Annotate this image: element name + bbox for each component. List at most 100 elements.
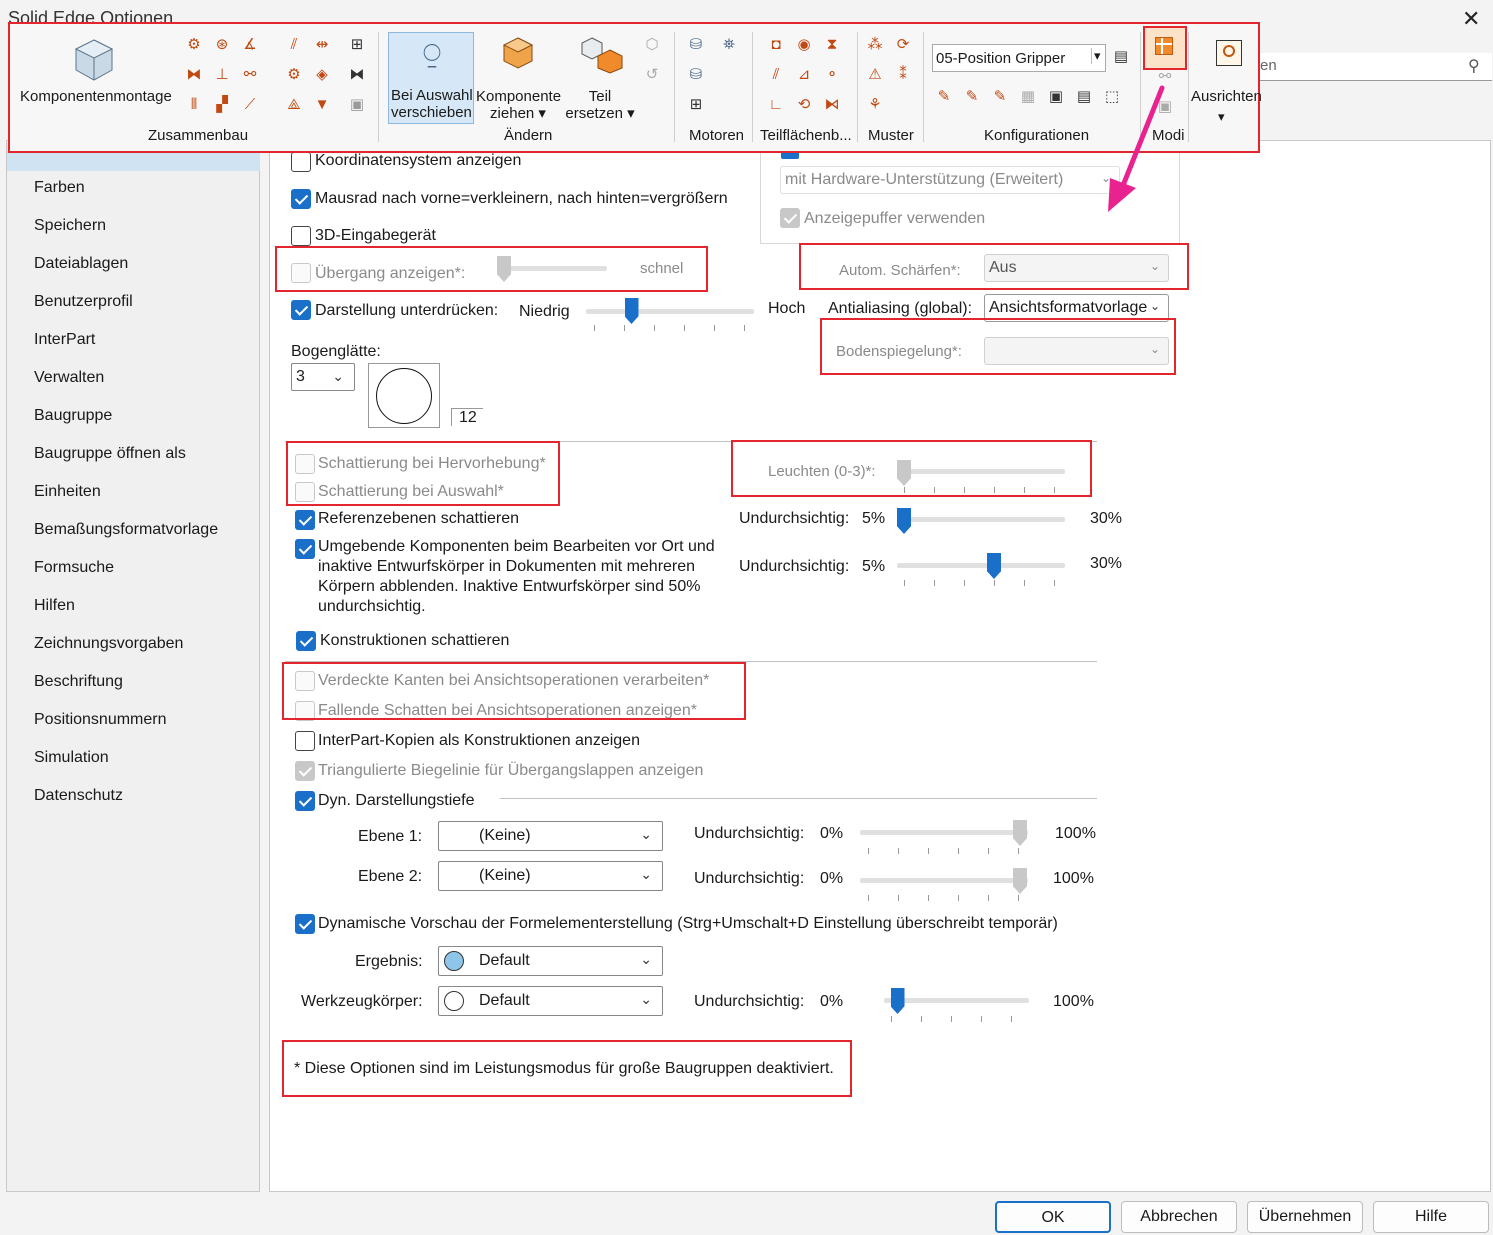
- face-icon[interactable]: ◉: [795, 36, 813, 54]
- ebene1-slider-track[interactable]: [860, 830, 1028, 835]
- ebene2-slider-track[interactable]: [860, 878, 1028, 883]
- ergebnis-select[interactable]: Default ⌄: [438, 946, 663, 976]
- apply-button[interactable]: Übernehmen: [1247, 1201, 1363, 1233]
- leuchten-slider-track[interactable]: [897, 469, 1065, 474]
- sidebar-item[interactable]: InterPart: [34, 331, 95, 349]
- pattern-icon[interactable]: ⚘: [866, 96, 884, 114]
- config-icon[interactable]: ▣: [1047, 88, 1065, 106]
- teil-label-2[interactable]: ersetzen ▾: [562, 105, 638, 122]
- schaerfen-select[interactable]: Aus ⌄: [984, 254, 1169, 282]
- hardware-select[interactable]: mit Hardware-Unterstützung (Erweitert) ⌄: [780, 166, 1120, 194]
- config-icon[interactable]: ▤: [1112, 48, 1130, 66]
- angle-icon[interactable]: ∡: [241, 36, 259, 54]
- sidebar-item[interactable]: Speichern: [34, 217, 106, 235]
- ebene1-select[interactable]: (Keine) ⌄: [438, 821, 663, 851]
- align-view-icon[interactable]: [1216, 40, 1242, 66]
- disabled-icon[interactable]: ▣: [348, 96, 366, 114]
- werkzeug-select[interactable]: Default ⌄: [438, 986, 663, 1016]
- sidebar-item[interactable]: Baugruppe: [34, 407, 112, 425]
- rigid-icon[interactable]: ⟁: [285, 96, 303, 114]
- face-icon[interactable]: ⧑: [823, 96, 841, 114]
- vorschau-checkbox[interactable]: [295, 914, 315, 934]
- mirror-icon[interactable]: ⧓: [185, 66, 203, 84]
- schatt-hervor-checkbox[interactable]: [295, 454, 315, 474]
- bogen-select[interactable]: 3 ⌄: [291, 363, 355, 391]
- search-icon[interactable]: ⚲: [1468, 56, 1480, 76]
- fallende-checkbox[interactable]: [295, 701, 315, 721]
- close-icon[interactable]: ✕: [1462, 6, 1480, 32]
- motor-icon[interactable]: ⛁: [687, 66, 705, 84]
- sidebar-item[interactable]: Baugruppe öffnen als: [34, 445, 186, 463]
- sidebar-item[interactable]: Datenschutz: [34, 787, 123, 805]
- uebergang-slider-track[interactable]: [497, 266, 607, 271]
- konfig-select[interactable]: 05-Position Gripper ▾: [932, 44, 1106, 72]
- ok-button[interactable]: OK: [995, 1201, 1111, 1233]
- face-icon[interactable]: ⚬: [823, 66, 841, 84]
- disabled-icon[interactable]: ⬡: [643, 36, 661, 54]
- uebergang-checkbox[interactable]: [291, 263, 311, 283]
- config-icon[interactable]: ✎: [935, 88, 953, 106]
- motor-icon[interactable]: ⛁: [687, 36, 705, 54]
- axis-icon[interactable]: ⊥: [213, 66, 231, 84]
- center-icon[interactable]: ⇹: [313, 36, 331, 54]
- align-icon[interactable]: ⫴: [185, 96, 203, 114]
- darstellung-slider-track[interactable]: [586, 309, 754, 314]
- face-icon[interactable]: ⧗: [823, 36, 841, 54]
- bei-auswahl-button[interactable]: ⍜ Bei Auswahl verschieben: [388, 32, 474, 124]
- umgebende-checkbox[interactable]: [295, 539, 315, 559]
- eingabe3d-checkbox[interactable]: [291, 226, 311, 246]
- gear-icon[interactable]: ⚙: [285, 66, 303, 84]
- face-icon[interactable]: ⟲: [795, 96, 813, 114]
- schatt-auswahl-checkbox[interactable]: [295, 482, 315, 502]
- disabled-icon[interactable]: ↺: [643, 66, 661, 84]
- trianguliert-checkbox[interactable]: [295, 761, 315, 781]
- komponente-label-2[interactable]: ziehen ▾: [476, 105, 560, 122]
- search-input[interactable]: en ⚲: [1256, 53, 1492, 81]
- pattern-icon[interactable]: ⁑: [894, 66, 912, 84]
- sidebar-item[interactable]: Dateiablagen: [34, 255, 128, 273]
- sidebar-item[interactable]: Simulation: [34, 749, 109, 767]
- config-icon[interactable]: ▦: [1019, 88, 1037, 106]
- offset-icon[interactable]: ▞: [213, 96, 231, 114]
- konstruktionen-checkbox[interactable]: [296, 631, 316, 651]
- assembly-cube-icon[interactable]: [72, 36, 116, 84]
- tangent-icon[interactable]: ⟋: [241, 96, 259, 114]
- config-icon[interactable]: ✎: [991, 88, 1009, 106]
- anzeigepuffer-checkbox[interactable]: [780, 208, 800, 228]
- antialiasing-select[interactable]: Ansichtsformatvorlage ⌄: [984, 294, 1169, 322]
- face-icon[interactable]: ◘: [767, 36, 785, 54]
- umgebende-slider-track[interactable]: [897, 563, 1065, 568]
- darstellung-checkbox[interactable]: [291, 300, 311, 320]
- path-icon[interactable]: ▼: [313, 96, 331, 114]
- mausrad-checkbox[interactable]: [291, 189, 311, 209]
- ebene2-select[interactable]: (Keine) ⌄: [438, 861, 663, 891]
- config-icon[interactable]: ✎: [963, 88, 981, 106]
- face-icon[interactable]: ⫽: [767, 66, 785, 84]
- sidebar-item[interactable]: Zeichnungsvorgaben: [34, 635, 183, 653]
- replace-part-icon[interactable]: [580, 34, 624, 74]
- connect-icon[interactable]: ⚯: [241, 66, 259, 84]
- sidebar-item[interactable]: Bemaßungsformatvorlage: [34, 521, 218, 539]
- komponente-label-1[interactable]: Komponente: [476, 88, 561, 105]
- teil-label-1[interactable]: Teil: [562, 88, 638, 105]
- sidebar-item[interactable]: Beschriftung: [34, 673, 123, 691]
- motor-icon[interactable]: ⛯: [720, 36, 738, 54]
- pattern-icon[interactable]: ⚠: [866, 66, 884, 84]
- interpart-checkbox[interactable]: [295, 731, 315, 751]
- parallel-icon[interactable]: ⫽: [285, 36, 303, 54]
- koordinaten-checkbox[interactable]: [291, 152, 311, 172]
- referenz-slider-track[interactable]: [897, 517, 1065, 522]
- config-icon[interactable]: ▤: [1075, 88, 1093, 106]
- assembly-relation-icon[interactable]: ⊛: [213, 36, 231, 54]
- pattern-icon[interactable]: ⟳: [894, 36, 912, 54]
- boden-select[interactable]: ⌄: [984, 337, 1169, 365]
- performance-mode-button[interactable]: [1143, 26, 1187, 70]
- sidebar-item[interactable]: Verwalten: [34, 369, 104, 387]
- face-icon[interactable]: ⊿: [795, 66, 813, 84]
- sidebar-item[interactable]: Benutzerprofil: [34, 293, 133, 311]
- referenz-checkbox[interactable]: [295, 510, 315, 530]
- table-icon[interactable]: ⊞: [687, 96, 705, 114]
- sidebar-item[interactable]: Einheiten: [34, 483, 101, 501]
- assembly-relation-icon[interactable]: ⚙: [185, 36, 203, 54]
- sidebar-item[interactable]: Farben: [34, 179, 85, 197]
